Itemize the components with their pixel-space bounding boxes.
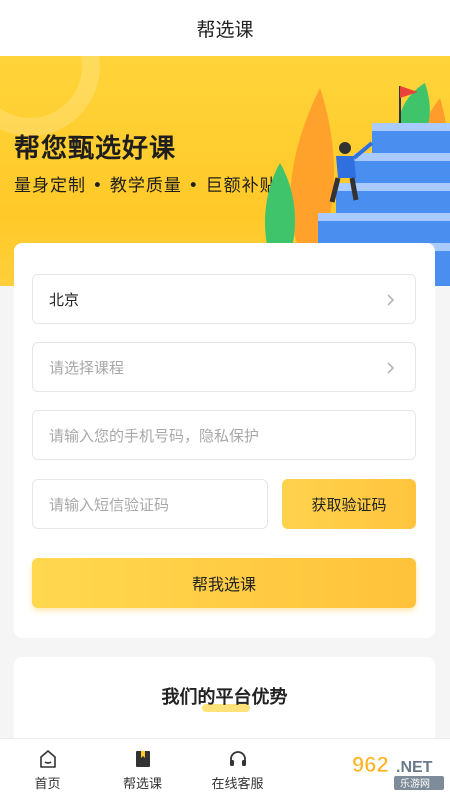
- advantages-title: 我们的平台优势: [161, 687, 288, 708]
- course-form-card: 北京 请选择课程 请输入您的手机号码，隐私保护 请输入短信验证码 获取验证码 帮…: [14, 243, 435, 638]
- home-icon: [39, 750, 56, 768]
- submit-button[interactable]: 帮我选课: [32, 558, 416, 608]
- sms-code-placeholder: 请输入短信验证码: [49, 495, 170, 514]
- tab-online-service[interactable]: 在线客服: [190, 739, 285, 800]
- city-select[interactable]: 北京: [32, 274, 416, 324]
- headset-icon: [229, 751, 246, 766]
- phone-input[interactable]: 请输入您的手机号码，隐私保护: [32, 410, 416, 460]
- hero-subtitle: 量身定制 • 教学质量 • 巨额补贴: [14, 176, 278, 196]
- tab-help-select-label: 帮选课: [122, 777, 162, 792]
- course-select[interactable]: 请选择课程: [32, 342, 416, 392]
- course-select-placeholder: 请选择课程: [49, 358, 125, 377]
- site-watermark: 962 .NET 乐游网: [350, 748, 446, 792]
- page-title: 帮选课: [196, 18, 254, 41]
- hero-title: 帮您甄选好课: [14, 134, 177, 164]
- svg-text:962: 962: [352, 752, 389, 777]
- phone-input-placeholder: 请输入您的手机号码，隐私保护: [49, 426, 260, 445]
- decor-circle: [0, 56, 100, 136]
- chevron-right-icon: [387, 294, 395, 306]
- tab-help-select[interactable]: 帮选课: [95, 739, 190, 800]
- city-select-value: 北京: [49, 290, 80, 309]
- tab-online-service-label: 在线客服: [211, 777, 264, 792]
- watermark-logo: 962 .NET 乐游网: [352, 752, 444, 790]
- tab-home[interactable]: 首页: [0, 739, 95, 800]
- top-bar: 帮选课: [0, 0, 450, 56]
- chevron-right-icon: [387, 362, 395, 374]
- bookmark-book-icon: [135, 751, 150, 767]
- sms-code-input[interactable]: 请输入短信验证码: [32, 479, 268, 529]
- get-code-button[interactable]: 获取验证码: [282, 479, 416, 529]
- tab-home-label: 首页: [34, 777, 61, 792]
- svg-text:乐游网: 乐游网: [400, 777, 430, 790]
- svg-text:.NET: .NET: [396, 759, 433, 776]
